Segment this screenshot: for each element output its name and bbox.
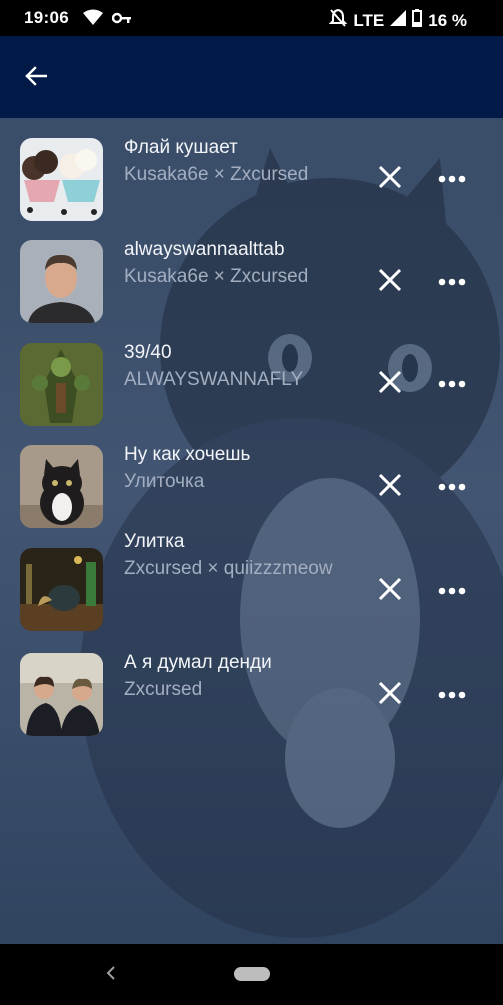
track-artist: Kusaka6e × Zxcursed	[124, 266, 309, 287]
more-horizontal-icon	[438, 478, 466, 496]
track-cover	[20, 138, 103, 221]
dnd-off-icon	[328, 8, 348, 33]
track-item[interactable]: 39/40 ALWAYSWANNAFLY	[0, 323, 503, 426]
track-more-button[interactable]	[432, 366, 472, 402]
track-item[interactable]: alwayswannaalttab Kusaka6e × Zxcursed	[0, 220, 503, 323]
more-horizontal-icon	[438, 582, 466, 600]
queue-list-area: Флай кушает Kusaka6e × Zxcursed alwayswa…	[0, 118, 503, 944]
close-icon	[378, 268, 402, 297]
close-icon	[378, 577, 402, 606]
battery-percent: 16 %	[428, 10, 467, 30]
status-time: 19:06	[24, 8, 69, 27]
remove-track-button[interactable]	[372, 161, 408, 197]
status-bar: 19:06 LTE 16 %	[0, 0, 503, 36]
more-horizontal-icon	[438, 686, 466, 704]
remove-track-button[interactable]	[372, 264, 408, 300]
track-cover	[20, 653, 103, 736]
close-icon	[378, 165, 402, 194]
track-more-button[interactable]	[432, 573, 472, 609]
track-cover	[20, 548, 103, 631]
track-cover	[20, 445, 103, 528]
track-item[interactable]: Ну как хочешь Улиточка	[0, 425, 503, 528]
track-more-button[interactable]	[432, 264, 472, 300]
battery-icon	[412, 9, 423, 32]
more-horizontal-icon	[438, 375, 466, 393]
track-more-button[interactable]	[432, 161, 472, 197]
track-item[interactable]: А я думал денди Zxcursed	[0, 633, 503, 736]
back-button[interactable]	[16, 58, 56, 98]
track-cover	[20, 240, 103, 323]
track-more-button[interactable]	[432, 677, 472, 713]
remove-track-button[interactable]	[372, 366, 408, 402]
track-title: 39/40	[124, 342, 172, 363]
home-pill[interactable]	[234, 967, 270, 981]
remove-track-button[interactable]	[372, 469, 408, 505]
track-artist: Zxcursed	[124, 679, 203, 700]
network-type: LTE	[353, 10, 385, 30]
arrow-left-icon	[25, 65, 48, 91]
nav-back-icon[interactable]	[104, 962, 120, 984]
track-item[interactable]: Флай кушает Kusaka6e × Zxcursed	[0, 118, 503, 221]
track-title: Ну как хочешь	[124, 444, 251, 465]
more-horizontal-icon	[438, 273, 466, 291]
remove-track-button[interactable]	[372, 677, 408, 713]
track-artist: ALWAYSWANNAFLY	[124, 369, 304, 390]
key-icon	[111, 11, 132, 29]
signal-icon	[390, 10, 407, 31]
track-artist: Улиточка	[124, 471, 205, 492]
app-bar	[0, 36, 503, 118]
track-title: А я думал денди	[124, 652, 272, 673]
track-artist: Kusaka6e × Zxcursed	[124, 164, 309, 185]
wifi-icon	[82, 9, 104, 31]
track-item[interactable]: Улитка Zxcursed × quiizzzmeow	[0, 528, 503, 631]
close-icon	[378, 370, 402, 399]
track-artist: Zxcursed × quiizzzmeow	[124, 558, 333, 579]
close-icon	[378, 473, 402, 502]
close-icon	[378, 681, 402, 710]
track-title: Флай кушает	[124, 137, 238, 158]
more-horizontal-icon	[438, 170, 466, 188]
track-title: alwayswannaalttab	[124, 239, 285, 260]
track-more-button[interactable]	[432, 469, 472, 505]
track-title: Улитка	[124, 531, 185, 552]
track-cover	[20, 343, 103, 426]
remove-track-button[interactable]	[372, 573, 408, 609]
